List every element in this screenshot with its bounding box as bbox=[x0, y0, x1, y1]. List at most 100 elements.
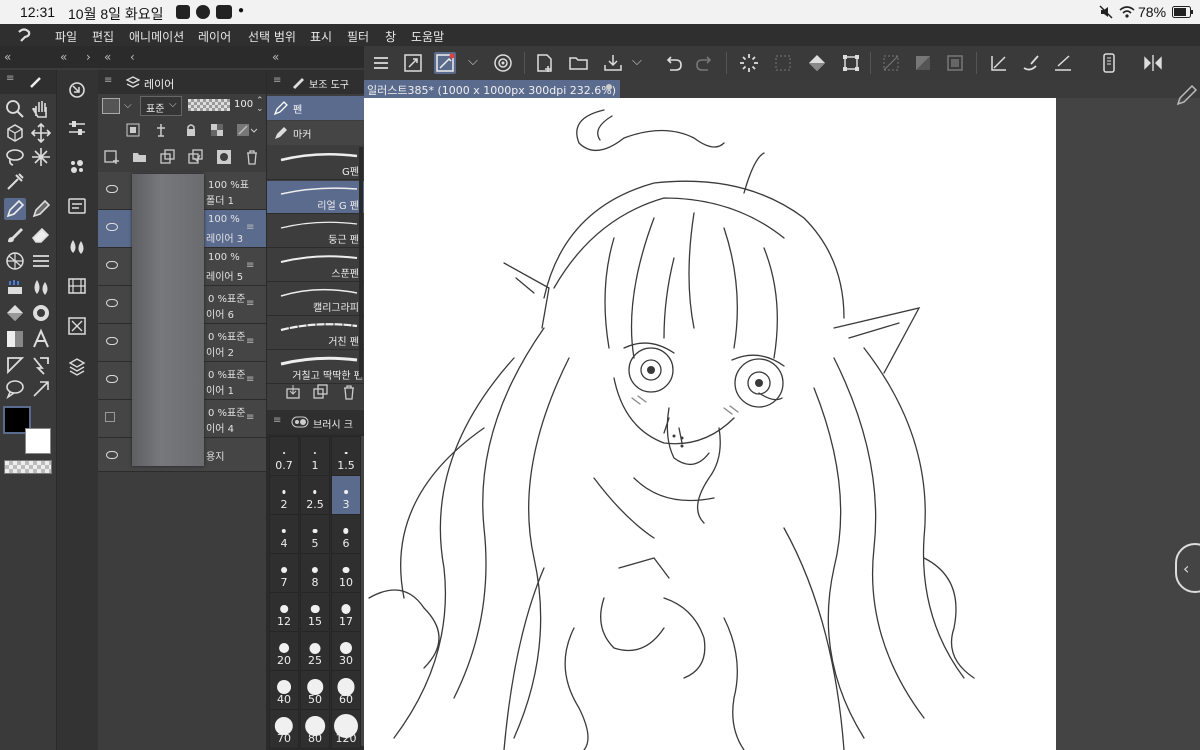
blend-mode-select[interactable]: 표준 ⌵ bbox=[140, 96, 182, 116]
magic-wand-icon[interactable] bbox=[30, 146, 52, 168]
brush-item[interactable]: 거친 펜 bbox=[267, 317, 365, 350]
menu-view[interactable]: 표시 bbox=[310, 28, 332, 45]
menu-selection[interactable]: 선택 범위 bbox=[248, 28, 296, 45]
menu-animation[interactable]: 애니메이션 bbox=[129, 28, 184, 45]
undo-icon[interactable] bbox=[662, 52, 684, 74]
layer-menu-icon[interactable]: ≡ bbox=[246, 336, 254, 347]
opacity-slider[interactable] bbox=[188, 99, 230, 111]
sub-color-swatch[interactable] bbox=[25, 428, 51, 454]
collapse-chevron-icon[interactable]: « bbox=[60, 50, 67, 64]
gradient-icon[interactable] bbox=[4, 328, 26, 350]
menu-handle-icon[interactable]: ≡ bbox=[104, 75, 112, 86]
smartphone-icon[interactable] bbox=[1098, 52, 1120, 74]
hand-icon[interactable] bbox=[30, 98, 52, 120]
timeline-icon[interactable] bbox=[67, 276, 87, 296]
visibility-eye-icon[interactable] bbox=[106, 223, 118, 231]
chevron-down-icon[interactable]: ⌵ bbox=[124, 100, 132, 111]
lasso-icon[interactable] bbox=[4, 146, 26, 168]
subtool-group-marker[interactable]: 마커 bbox=[267, 121, 365, 145]
brush-size-cell[interactable]: 50 bbox=[300, 670, 330, 710]
decoration-icon[interactable] bbox=[4, 276, 26, 298]
hidden-checkbox-icon[interactable] bbox=[105, 412, 115, 422]
move-icon[interactable] bbox=[30, 122, 52, 144]
document-tab[interactable]: 일러스트385* (1000 x 1000px 300dpi 232.6%) bbox=[364, 80, 620, 98]
brush-item[interactable]: 스푼펜 bbox=[267, 249, 365, 282]
chevron-down-icon[interactable]: ⌵ bbox=[468, 54, 478, 69]
fill-bucket-icon[interactable] bbox=[806, 52, 828, 74]
side-panel-handle[interactable]: ‹ bbox=[1175, 543, 1200, 593]
brush-size-cell[interactable]: 120 bbox=[331, 709, 361, 749]
perspective-ruler-icon[interactable] bbox=[4, 250, 26, 272]
balloon-icon[interactable] bbox=[4, 378, 26, 400]
brush-size-cell[interactable]: 10 bbox=[331, 553, 361, 593]
visibility-eye-icon[interactable] bbox=[106, 451, 118, 459]
collapse-chevron-icon[interactable]: « bbox=[104, 50, 111, 64]
operation-icon[interactable] bbox=[30, 354, 52, 376]
selection-area-icon[interactable] bbox=[772, 52, 794, 74]
brush-size-cell[interactable]: 2 bbox=[269, 475, 299, 515]
brush-size-cell[interactable]: 30 bbox=[331, 631, 361, 671]
pencil-icon[interactable] bbox=[30, 198, 52, 220]
pen-tool-icon[interactable] bbox=[4, 198, 26, 220]
menu-file[interactable]: 파일 bbox=[55, 28, 77, 45]
frame-lines-icon[interactable] bbox=[30, 250, 52, 272]
layer-menu-icon[interactable]: ≡ bbox=[246, 298, 254, 309]
snap-line-icon[interactable] bbox=[1052, 52, 1074, 74]
visibility-eye-icon[interactable] bbox=[106, 299, 118, 307]
visibility-eye-icon[interactable] bbox=[106, 185, 118, 193]
brush-size-cell[interactable]: 4 bbox=[269, 514, 299, 554]
menu-handle-icon[interactable]: ≡ bbox=[6, 73, 14, 84]
clip-layer-icon[interactable] bbox=[126, 123, 140, 137]
app-logo-icon[interactable] bbox=[16, 27, 32, 43]
hamburger-menu-icon[interactable] bbox=[370, 52, 392, 74]
merge-down-icon[interactable] bbox=[188, 149, 204, 165]
brush-size-cell[interactable]: 3 bbox=[331, 475, 361, 515]
brush-tool-icon[interactable] bbox=[1020, 52, 1042, 74]
layer-menu-icon[interactable]: ≡ bbox=[246, 374, 254, 385]
text-icon[interactable] bbox=[30, 328, 52, 350]
brush-size-cell[interactable]: 7 bbox=[269, 553, 299, 593]
navigator-icon[interactable] bbox=[67, 80, 87, 100]
menu-window[interactable]: 창 bbox=[385, 28, 396, 45]
brush-item-selected[interactable]: 리얼 G 펜 bbox=[267, 181, 365, 214]
new-file-icon[interactable] bbox=[534, 52, 556, 74]
brush-size-cell[interactable]: 60 bbox=[331, 670, 361, 710]
layer-menu-icon[interactable]: ≡ bbox=[246, 412, 254, 423]
open-folder-icon[interactable] bbox=[568, 52, 590, 74]
visibility-eye-icon[interactable] bbox=[106, 337, 118, 345]
brush-size-cell[interactable]: 0.7 bbox=[269, 436, 299, 476]
flip-horizontal-icon[interactable] bbox=[1142, 52, 1164, 74]
copy-layer-icon[interactable] bbox=[160, 149, 176, 165]
brush-size-palette-icon[interactable] bbox=[67, 156, 87, 176]
brush-size-cell[interactable]: 20 bbox=[269, 631, 299, 671]
save-icon[interactable] bbox=[602, 52, 624, 74]
collapse-chevron-icon[interactable]: « bbox=[4, 50, 11, 64]
brush-item[interactable]: 둥근 펜 bbox=[267, 215, 365, 248]
import-subtool-icon[interactable] bbox=[285, 384, 301, 400]
chevron-down-icon[interactable]: ⌵ bbox=[632, 54, 642, 69]
eyedropper-icon[interactable] bbox=[4, 171, 26, 193]
correct-line-icon[interactable] bbox=[30, 378, 52, 400]
menu-help[interactable]: 도움말 bbox=[411, 28, 444, 45]
stabilize-pen-icon[interactable] bbox=[434, 52, 456, 74]
brush-size-cell[interactable]: 12 bbox=[269, 592, 299, 632]
delete-layer-icon[interactable] bbox=[244, 149, 260, 165]
brush-size-cell[interactable]: 40 bbox=[269, 670, 299, 710]
mask-menu-icon[interactable] bbox=[236, 123, 258, 137]
layer-property-icon[interactable] bbox=[67, 196, 87, 216]
visibility-eye-icon[interactable] bbox=[106, 375, 118, 383]
layer-color-swatch[interactable] bbox=[102, 98, 120, 114]
opacity-stepper-icon[interactable]: ⌃ ⌄ bbox=[256, 97, 264, 114]
transparent-color-swatch[interactable] bbox=[4, 460, 52, 474]
brush-size-cell[interactable]: 70 bbox=[269, 709, 299, 749]
brush-size-cell[interactable]: 5 bbox=[300, 514, 330, 554]
brush-size-cell[interactable]: 2.5 bbox=[300, 475, 330, 515]
object-icon[interactable] bbox=[4, 122, 26, 144]
color-fill-icon[interactable] bbox=[30, 302, 52, 324]
zoom-icon[interactable] bbox=[4, 98, 26, 120]
chevron-left-icon[interactable]: ‹ bbox=[130, 50, 135, 64]
edit-pencil-icon[interactable] bbox=[1172, 82, 1200, 110]
clear-outside-icon[interactable] bbox=[880, 52, 902, 74]
brush-size-cell[interactable]: 15 bbox=[300, 592, 330, 632]
ruler-tool-icon[interactable] bbox=[988, 52, 1010, 74]
